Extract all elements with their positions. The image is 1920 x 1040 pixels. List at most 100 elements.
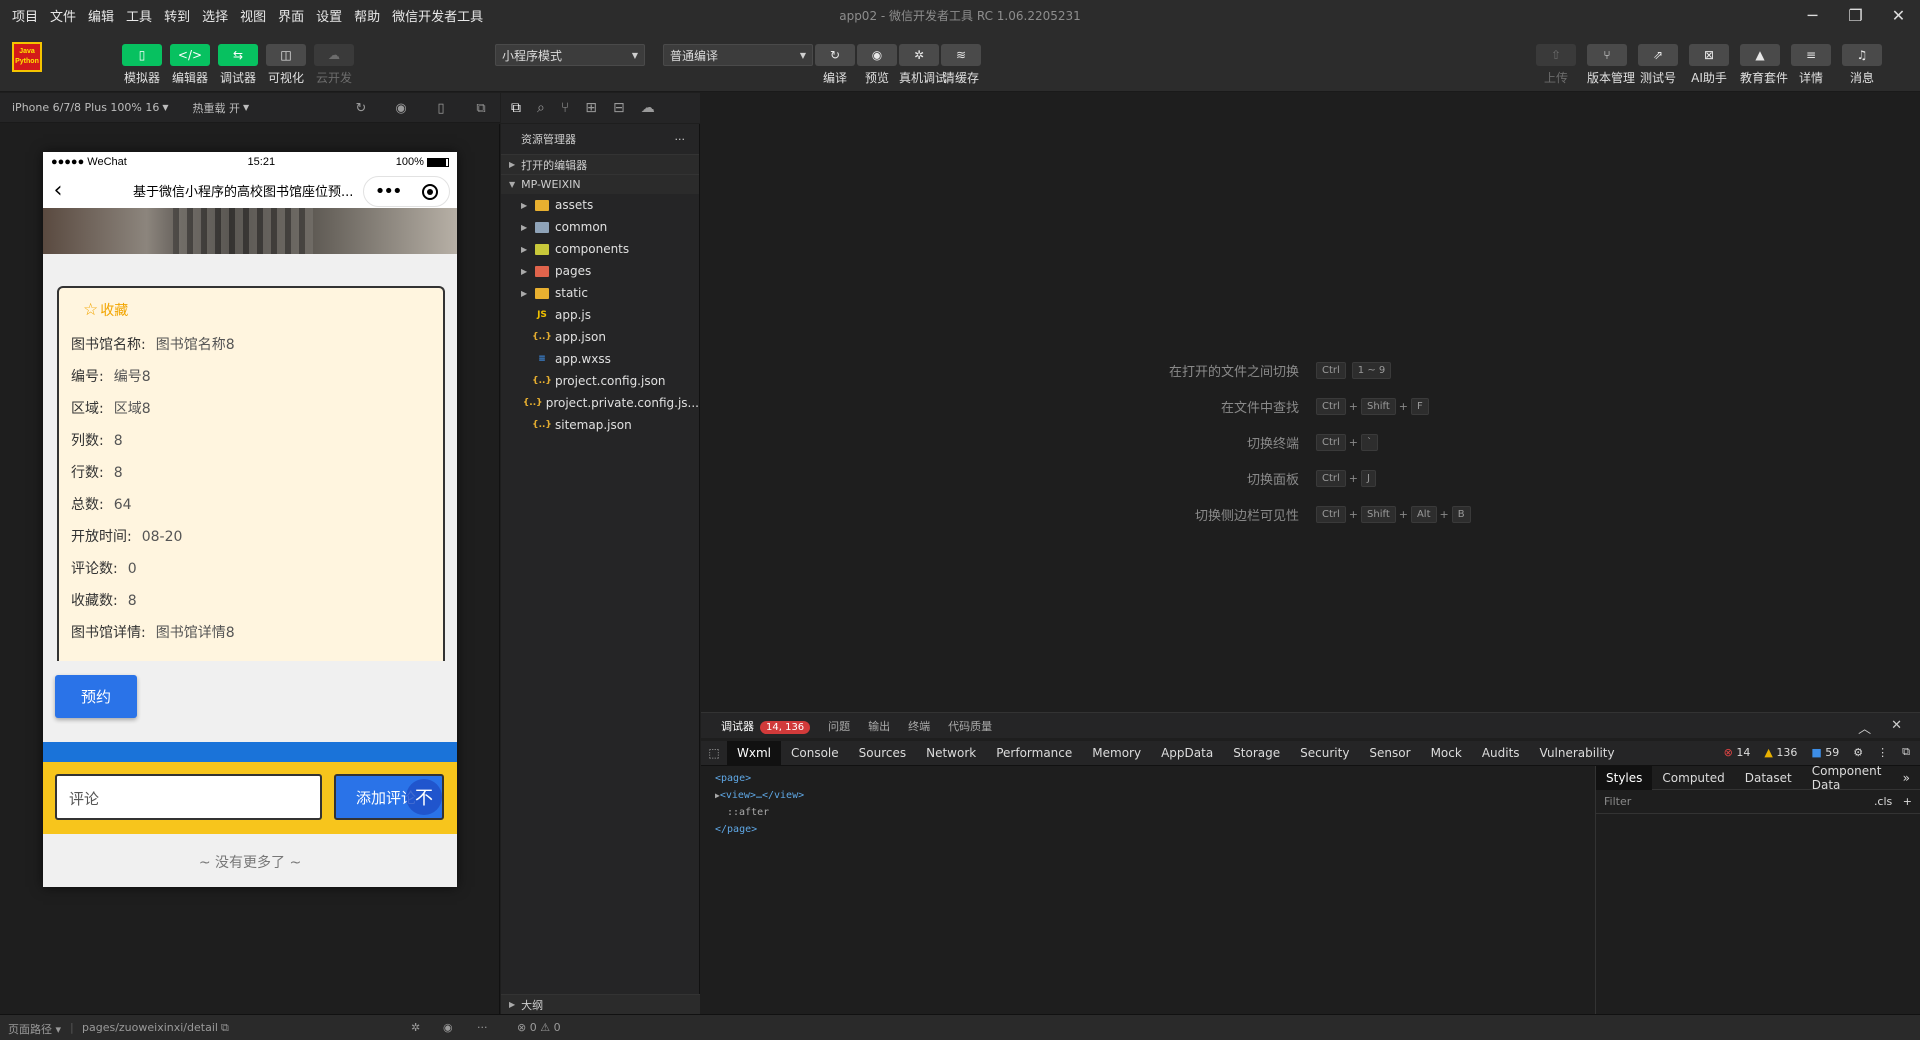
search-icon[interactable]: ⌕ [537, 100, 545, 116]
compile-select[interactable]: 普通编译 ▼ [663, 44, 813, 66]
debugger-tab[interactable]: 调试器 14, 136 [721, 718, 811, 734]
menu-item[interactable]: 界面 [272, 6, 310, 25]
rotate-icon[interactable]: ↻ [352, 99, 370, 117]
comment-input[interactable]: 评论 [55, 774, 322, 820]
devtools-tab[interactable]: Mock [1421, 741, 1472, 766]
debugger-tab[interactable]: 问题 [828, 718, 850, 734]
toolbar-button-code[interactable]: </> 编辑器 [170, 44, 210, 86]
folder-item[interactable]: ▶ static [501, 282, 699, 304]
menu-item[interactable]: 编辑 [82, 6, 120, 25]
eye-icon[interactable]: ◉ [443, 1021, 453, 1034]
styles-filter-input[interactable]: Filter [1604, 795, 1631, 808]
close-icon[interactable]: ✕ [1891, 718, 1902, 737]
toolbar-button-graduation[interactable]: ▲ 教育套件 [1740, 44, 1788, 86]
project-section[interactable]: ▼ MP-WEIXIN [501, 174, 699, 194]
menu-item[interactable]: 视图 [234, 6, 272, 25]
file-item[interactable]: {..} sitemap.json [501, 414, 699, 436]
chevron-up-icon[interactable]: ︿ [1858, 718, 1871, 737]
devtools-tab[interactable]: Vulnerability [1530, 741, 1625, 766]
devtools-tab[interactable]: Console [781, 741, 849, 766]
folder-item[interactable]: ▶ components [501, 238, 699, 260]
toolbar-button-bug[interactable]: ✲ 真机调试 [899, 44, 947, 86]
gear-icon[interactable]: ⚙ [1853, 746, 1863, 759]
devtools-tab[interactable]: Network [916, 741, 986, 766]
files-icon[interactable]: ⧉ [511, 100, 521, 116]
source-control-icon[interactable]: ⑂ [561, 100, 569, 116]
reserve-button[interactable]: 预约 [55, 675, 137, 718]
favorite-button[interactable]: ☆ 收藏 [83, 300, 128, 320]
toolbar-button-ai[interactable]: ⊠ AI助手 [1689, 44, 1729, 86]
more-icon[interactable]: ••• [375, 181, 403, 202]
debugger-tab[interactable]: 代码质量 [948, 718, 992, 734]
hotreload-toggle[interactable]: 热重载 开 [193, 100, 241, 116]
wxml-view-node[interactable]: ▶<view>…</view> [715, 787, 1581, 804]
folder-item[interactable]: ▶ assets [501, 194, 699, 216]
toolbar-button-branch[interactable]: ⑂ 版本管理 [1587, 44, 1635, 86]
page-path-toggle[interactable]: 页面路径 ▾ [8, 1021, 61, 1037]
dock-icon[interactable]: ⧉ [1902, 745, 1910, 759]
file-item[interactable]: {..} app.json [501, 326, 699, 348]
back-icon[interactable]: ‹ [43, 178, 73, 203]
styles-tab[interactable]: Styles [1596, 765, 1653, 790]
bug-icon[interactable]: ✲ [411, 1021, 420, 1034]
devtools-tab[interactable]: Memory [1082, 741, 1151, 766]
toolbar-button-bell[interactable]: ♫ 消息 [1842, 44, 1882, 86]
double-chevron-icon[interactable]: » [1893, 766, 1920, 790]
inspect-icon[interactable]: ⬚ [701, 746, 727, 760]
menu-item[interactable]: 微信开发者工具 [386, 6, 489, 25]
copy-icon[interactable]: ⧉ [221, 1021, 229, 1035]
devtools-tab[interactable]: AppData [1151, 741, 1223, 766]
toolbar-button-layers[interactable]: ≋ 清缓存 [941, 44, 981, 86]
page-path[interactable]: pages/zuoweixinxi/detail [82, 1021, 218, 1034]
extensions-icon[interactable]: ⊞ [585, 100, 597, 116]
popout-icon[interactable]: ⧉ [472, 99, 490, 117]
record-icon[interactable]: ◉ [392, 99, 410, 117]
back-to-top-button[interactable]: 不 [406, 779, 442, 815]
menu-item[interactable]: 转到 [158, 6, 196, 25]
debugger-tab[interactable]: 终端 [908, 718, 930, 734]
toolbar-button-phone[interactable]: ▯ 模拟器 [122, 44, 162, 86]
devtools-tab[interactable]: Sources [849, 741, 916, 766]
devtools-tab[interactable]: Security [1290, 741, 1359, 766]
toolbar-button-external[interactable]: ⇗ 测试号 [1638, 44, 1678, 86]
file-item[interactable]: {..} project.config.json [501, 370, 699, 392]
folder-item[interactable]: ▶ common [501, 216, 699, 238]
toolbar-button-debug[interactable]: ⇆ 调试器 [218, 44, 258, 86]
toolbar-button-refresh[interactable]: ↻ 编译 [815, 44, 855, 86]
toolbar-button-layout[interactable]: ◫ 可视化 [266, 44, 306, 86]
more-icon[interactable]: ··· [477, 1021, 488, 1034]
docker-icon[interactable]: ☁ [641, 100, 655, 116]
file-item[interactable]: {..} project.private.config.js... [501, 392, 699, 414]
file-item[interactable]: JS app.js [501, 304, 699, 326]
menu-item[interactable]: 选择 [196, 6, 234, 25]
styles-tab[interactable]: Computed [1652, 766, 1734, 790]
device-icon[interactable]: ▯ [432, 99, 450, 117]
file-item[interactable]: ≡ app.wxss [501, 348, 699, 370]
devtools-tab[interactable]: Wxml [727, 740, 781, 766]
storage-icon[interactable]: ⊟ [613, 100, 625, 116]
menu-item[interactable]: 设置 [310, 6, 348, 25]
outline-section[interactable]: ▶ 大纲 [501, 994, 700, 1014]
kebab-icon[interactable]: ⋮ [1877, 746, 1888, 759]
error-count[interactable]: ⊗ 14 [1724, 746, 1751, 759]
more-icon[interactable]: ··· [675, 133, 686, 146]
menu-item[interactable]: 项目 [6, 6, 44, 25]
debugger-tab[interactable]: 输出 [868, 718, 890, 734]
folder-item[interactable]: ▶ pages [501, 260, 699, 282]
info-count[interactable]: ■ 59 [1811, 746, 1839, 759]
cls-toggle[interactable]: .cls + [1874, 795, 1912, 808]
devtools-tab[interactable]: Audits [1472, 741, 1530, 766]
toolbar-button-upload[interactable]: ⇧ 上传 [1536, 44, 1576, 86]
close-miniprogram-icon[interactable] [422, 183, 439, 200]
wxml-page-open[interactable]: <page> [715, 770, 1581, 787]
devtools-tab[interactable]: Sensor [1359, 741, 1420, 766]
menu-item[interactable]: 帮助 [348, 6, 386, 25]
device-select[interactable]: iPhone 6/7/8 Plus 100% 16 [12, 101, 159, 114]
mode-select[interactable]: 小程序模式 ▼ [495, 44, 645, 66]
styles-tab[interactable]: Dataset [1735, 766, 1802, 790]
toolbar-button-cloud[interactable]: ☁ 云开发 [314, 44, 354, 86]
menu-item[interactable]: 工具 [120, 6, 158, 25]
plus-icon[interactable]: + [1903, 795, 1912, 808]
problems-summary[interactable]: ⊗ 0 ⚠ 0 [517, 1021, 561, 1034]
devtools-tab[interactable]: Performance [986, 741, 1082, 766]
